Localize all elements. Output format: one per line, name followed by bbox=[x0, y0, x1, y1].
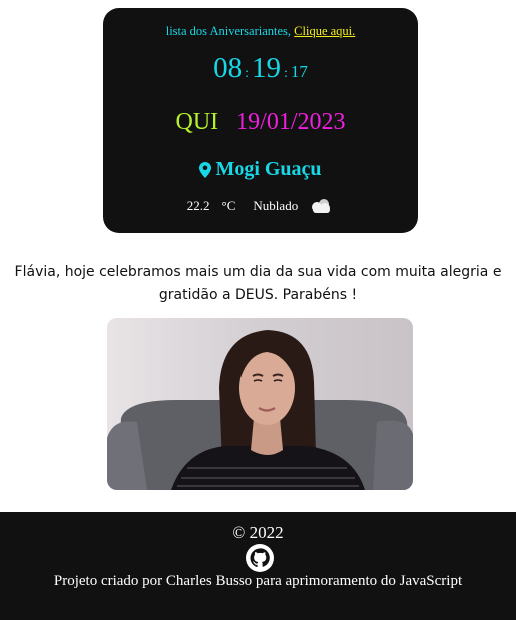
weather: 22.2 °C Nublado bbox=[103, 198, 418, 214]
birthday-list-link[interactable]: Clique aqui. bbox=[294, 24, 355, 38]
portrait-illustration bbox=[107, 318, 413, 490]
weekday: QUI bbox=[175, 109, 219, 135]
cloud-icon bbox=[312, 199, 331, 213]
clock-minutes: 19 bbox=[252, 52, 281, 84]
temperature: 22.2 bbox=[186, 198, 210, 213]
clock-card: lista dos Aniversariantes, Clique aqui. … bbox=[103, 8, 418, 233]
project-credits: Projeto criado por Charles Busso para ap… bbox=[53, 573, 463, 589]
birthday-line: lista dos Aniversariantes, Clique aqui. bbox=[103, 24, 418, 39]
page-footer: © 2022 Projeto criado por Charles Busso … bbox=[0, 512, 516, 620]
birthday-message: Flávia, hoje celebramos mais um dia da s… bbox=[14, 264, 502, 303]
birthday-prefix: lista dos Aniversariantes, bbox=[165, 24, 295, 38]
city-name: Mogi Guaçu bbox=[215, 158, 322, 180]
date-row: QUI 19/01/2023 bbox=[103, 110, 418, 134]
location: Mogi Guaçu bbox=[103, 158, 418, 181]
temperature-unit: °C bbox=[221, 198, 236, 213]
birthday-person-photo bbox=[107, 318, 413, 490]
clock-hours: 08 bbox=[213, 52, 243, 84]
clock-time: 08:19:17 bbox=[103, 54, 418, 83]
clock-separator: : bbox=[245, 66, 249, 81]
weather-condition: Nublado bbox=[253, 198, 299, 213]
map-pin-icon bbox=[199, 161, 212, 178]
copyright: © 2022 bbox=[232, 523, 284, 542]
clock-separator: : bbox=[284, 66, 288, 81]
github-icon[interactable] bbox=[245, 543, 275, 573]
current-date: 19/01/2023 bbox=[236, 109, 346, 135]
clock-seconds: 17 bbox=[290, 62, 308, 81]
